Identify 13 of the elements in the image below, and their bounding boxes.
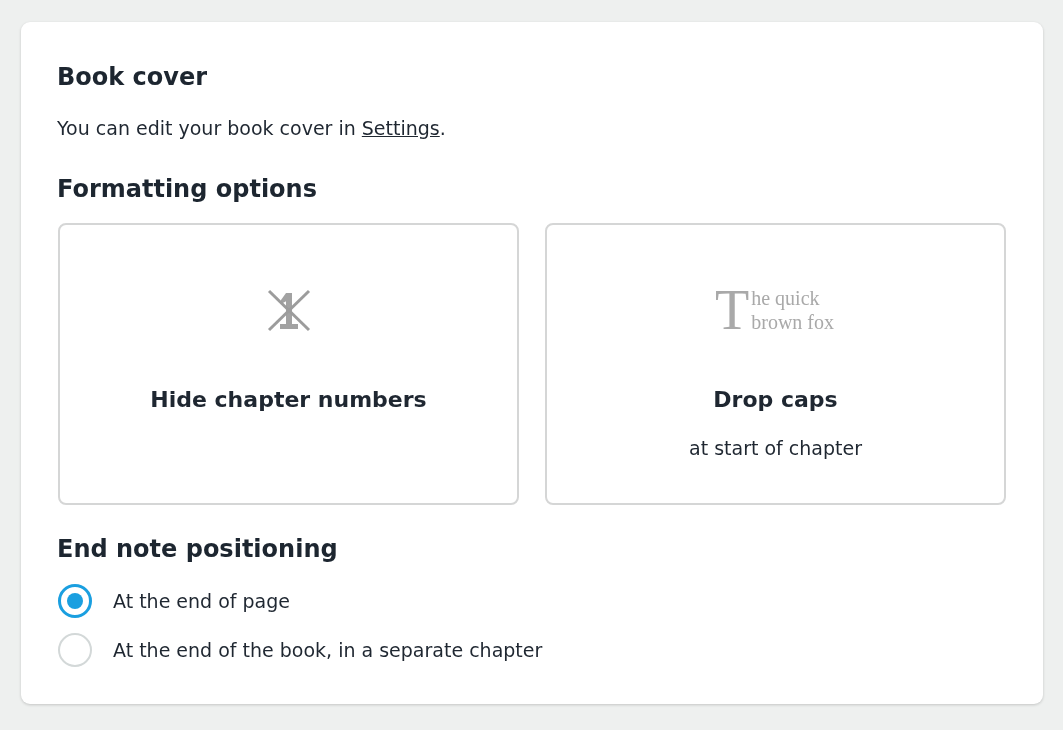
option-label: Hide chapter numbers xyxy=(150,386,427,414)
radio-label: At the end of page xyxy=(113,589,290,614)
section-heading: Formatting options xyxy=(57,174,318,204)
option-card[interactable]: Hide chapter numbers xyxy=(58,223,519,505)
radio-button[interactable] xyxy=(58,584,92,618)
crossed-out-number-icon xyxy=(266,288,311,332)
option-label: Drop caps xyxy=(713,386,838,414)
settings-link[interactable]: Settings xyxy=(361,117,440,139)
section-heading: End note positioning xyxy=(57,534,339,564)
section-heading: Book cover xyxy=(57,62,209,92)
radio-label: At the end of the book, in a separate chapter xyxy=(113,638,543,663)
description-text: You can edit your book cover in Settings. xyxy=(57,116,447,141)
option-subtitle: at start of chapter xyxy=(689,436,862,461)
